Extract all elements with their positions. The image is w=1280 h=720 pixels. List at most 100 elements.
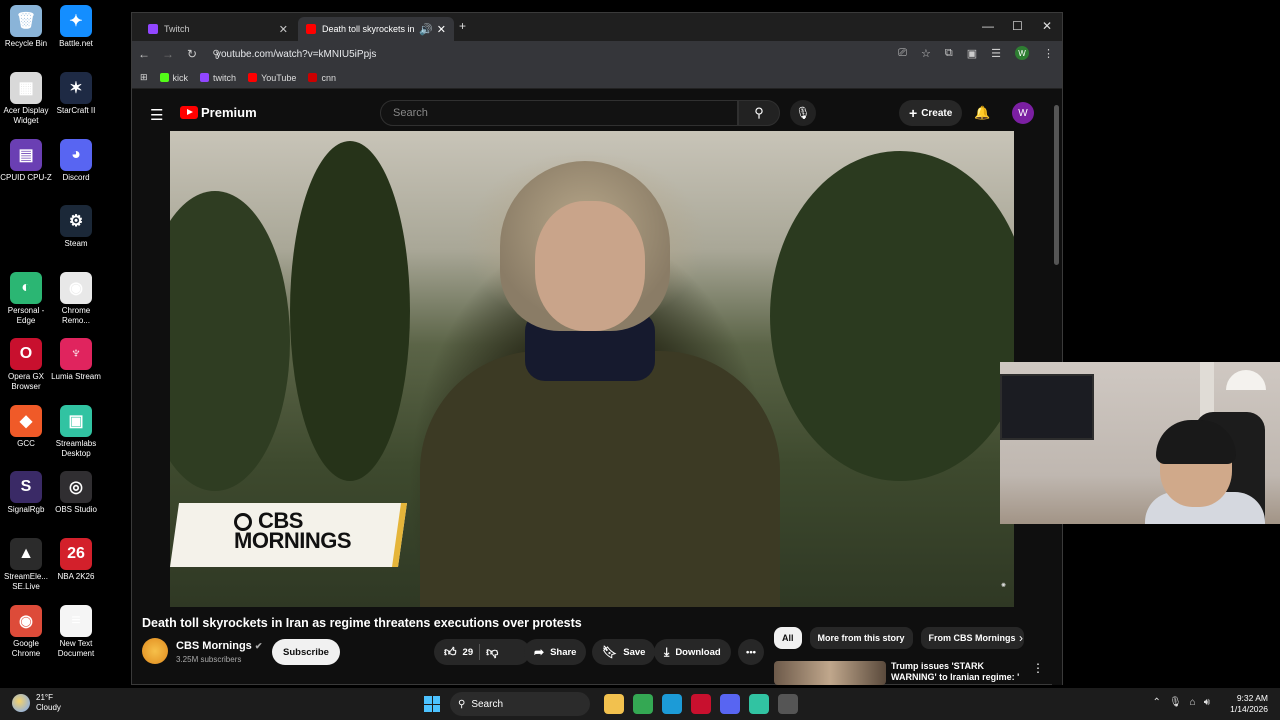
extensions-icon[interactable]: ⧉ [945, 47, 953, 60]
more-vertical-icon[interactable]: ⋮ [1032, 661, 1044, 675]
url-input[interactable]: youtube.com/watch?v=kMNIU5iPpjs [216, 45, 936, 63]
desktop-icon[interactable]: ◕ Discord [50, 139, 102, 183]
notifications-bell-icon[interactable]: 🔔 [974, 105, 990, 121]
obs-taskbar-icon[interactable] [778, 694, 798, 714]
desktop-icon[interactable]: ✦ Battle.net [50, 5, 102, 49]
hamburger-menu-icon[interactable]: ☰ [150, 106, 163, 124]
clock[interactable]: 9:32 AM 1/14/2026 [1230, 693, 1268, 715]
start-windows-icon[interactable] [424, 696, 440, 712]
close-window-icon[interactable]: ✕ [1042, 19, 1052, 33]
back-icon[interactable]: ← [132, 47, 156, 61]
streamlabs-taskbar-icon[interactable] [749, 694, 769, 714]
bookmark-twitch[interactable]: twitch [200, 73, 236, 83]
chevron-right-icon[interactable]: › [1019, 631, 1023, 645]
video-title: Death toll skyrockets in Iran as regime … [142, 616, 582, 630]
channel-avatar[interactable] [142, 638, 168, 664]
search-button[interactable]: ⚲ [738, 100, 780, 126]
presenter-coat [420, 351, 780, 607]
network-icon[interactable]: ⌂ [1190, 697, 1196, 708]
webcam-overlay [1000, 362, 1280, 524]
desktop-icon[interactable]: O Opera GX Browser [0, 338, 52, 392]
recommended-video-title[interactable]: Trump issues 'STARK WARNING' to Iranian … [891, 661, 1021, 683]
desktop-icon[interactable]: 🗑 Recycle Bin [0, 5, 52, 49]
voice-search-button[interactable]: 🎙 [790, 100, 816, 126]
tab-youtube[interactable]: Death toll skyrockets in Iran 🔊 ✕ [298, 17, 454, 41]
desktop-icon[interactable]: ▣ Streamlabs Desktop [50, 405, 102, 459]
file-explorer-taskbar-icon[interactable] [604, 694, 624, 714]
like-button[interactable]: 👍︎ 29 [444, 645, 473, 660]
dislike-button[interactable]: 👎︎ [486, 645, 498, 660]
youtube-logo[interactable]: Premium [180, 105, 257, 120]
discord-taskbar-icon[interactable] [720, 694, 740, 714]
desktop-icon-label: OBS Studio [55, 505, 97, 514]
desktop-icon[interactable]: ◉ Chrome Remo... [50, 272, 102, 326]
tab-twitch[interactable]: Twitch ✕ [140, 17, 296, 41]
subscriber-count: 3.25M subscribers [176, 655, 242, 664]
desktop-icon[interactable]: ⚙ Steam [50, 205, 102, 249]
profile-avatar[interactable]: W [1015, 46, 1029, 60]
desktop-icon[interactable]: 26 NBA 2K26 [50, 538, 102, 582]
cast-icon[interactable]: ⎚ [898, 47, 907, 60]
account-avatar[interactable]: W [1012, 102, 1034, 124]
save-button[interactable]: 🔖︎ Save [592, 639, 656, 665]
split-view-icon[interactable]: ▣ [967, 47, 977, 60]
bookmark-icon: 🔖︎ [602, 645, 618, 659]
maximize-icon[interactable]: ☐ [1012, 19, 1023, 33]
close-tab-icon[interactable]: ✕ [279, 23, 288, 36]
desktop-icon[interactable]: ▤ CPUID CPU-Z [0, 139, 52, 183]
share-button[interactable]: ➦ Share [524, 639, 587, 665]
bookmarks-bar: ⊞ kick twitch YouTube cnn [132, 67, 1062, 89]
media-icon[interactable]: ☰ [991, 47, 1001, 60]
desktop-icon[interactable]: ◐ Personal - Edge [0, 272, 52, 326]
desktop-icon[interactable]: ✶ StarCraft II [50, 72, 102, 116]
search-input[interactable]: Search [380, 100, 738, 126]
desktop-icon[interactable]: ◆ GCC [0, 405, 52, 449]
opera-gx-taskbar-icon[interactable] [691, 694, 711, 714]
chip-from-cbs-mornings[interactable]: From CBS Mornings [920, 627, 1024, 649]
forward-icon[interactable]: → [156, 47, 180, 61]
desktop-icon[interactable]: ◉ Google Chrome [0, 605, 52, 659]
volume-icon[interactable]: 🔊︎ [1204, 697, 1210, 708]
weather-widget[interactable]: 21°F Cloudy [12, 693, 61, 713]
taskbar-search[interactable]: ⚲ Search [450, 692, 590, 716]
background-tree [170, 191, 290, 491]
desktop-icon-label: Discord [62, 173, 90, 182]
reload-icon[interactable]: ↻ [180, 47, 204, 61]
desktop-icon[interactable]: ◎ OBS Studio [50, 471, 102, 515]
recommended-video-thumbnail[interactable] [774, 661, 886, 685]
video-player[interactable]: CBS MORNINGS ✺ [170, 131, 1014, 607]
desktop-icon[interactable]: ≡ New Text Document [50, 605, 102, 659]
subscribe-button[interactable]: Subscribe [272, 639, 340, 665]
tray-overflow-icon[interactable]: ⌃ [1153, 697, 1161, 708]
app-icon: ◉ [60, 272, 92, 304]
channel-watermark-icon[interactable]: ✺ [1001, 582, 1006, 589]
edge-taskbar-icon[interactable] [662, 694, 682, 714]
close-tab-icon[interactable]: ✕ [437, 23, 446, 36]
cbs-logo-line2: MORNINGS [234, 528, 352, 553]
desktop-icon[interactable]: S SignalRgb [0, 471, 52, 515]
share-icon: ➦ [534, 645, 545, 659]
minimize-icon[interactable]: — [982, 19, 994, 33]
new-tab-button[interactable]: + [459, 19, 466, 33]
desktop-icon[interactable]: ▦ Acer Display Widget [0, 72, 52, 126]
taskbar: 21°F Cloudy ⚲ Search ⌃ 🎙︎ ⌂ 🔊︎ 9:32 AM 1… [0, 688, 1280, 720]
scrollbar-thumb[interactable] [1054, 105, 1059, 265]
audio-icon[interactable]: 🔊 [419, 23, 433, 36]
download-button[interactable]: ⤓ Download [654, 639, 731, 665]
weather-condition: Cloudy [36, 703, 61, 712]
chip-more-from-story[interactable]: More from this story [809, 627, 913, 649]
chip-all[interactable]: All [774, 627, 802, 649]
bookmark-kick[interactable]: kick [159, 73, 188, 83]
bookmark-star-icon[interactable]: ☆ [921, 47, 931, 60]
menu-icon[interactable]: ⋮ [1043, 47, 1054, 60]
chrome-taskbar-icon[interactable] [633, 694, 653, 714]
microphone-icon[interactable]: 🎙︎ [1169, 697, 1182, 708]
apps-grid-icon[interactable]: ⊞ [140, 72, 148, 83]
create-button[interactable]: + Create [899, 100, 963, 126]
channel-name[interactable]: CBS Mornings ✔ [176, 640, 262, 652]
desktop-icon[interactable]: ▲ StreamEle... SE.Live [0, 538, 52, 592]
bookmark-youtube[interactable]: YouTube [248, 73, 296, 83]
bookmark-cnn[interactable]: cnn [308, 73, 336, 83]
more-actions-button[interactable]: ••• [738, 639, 764, 665]
desktop-icon[interactable]: ♆ Lumia Stream [50, 338, 102, 382]
